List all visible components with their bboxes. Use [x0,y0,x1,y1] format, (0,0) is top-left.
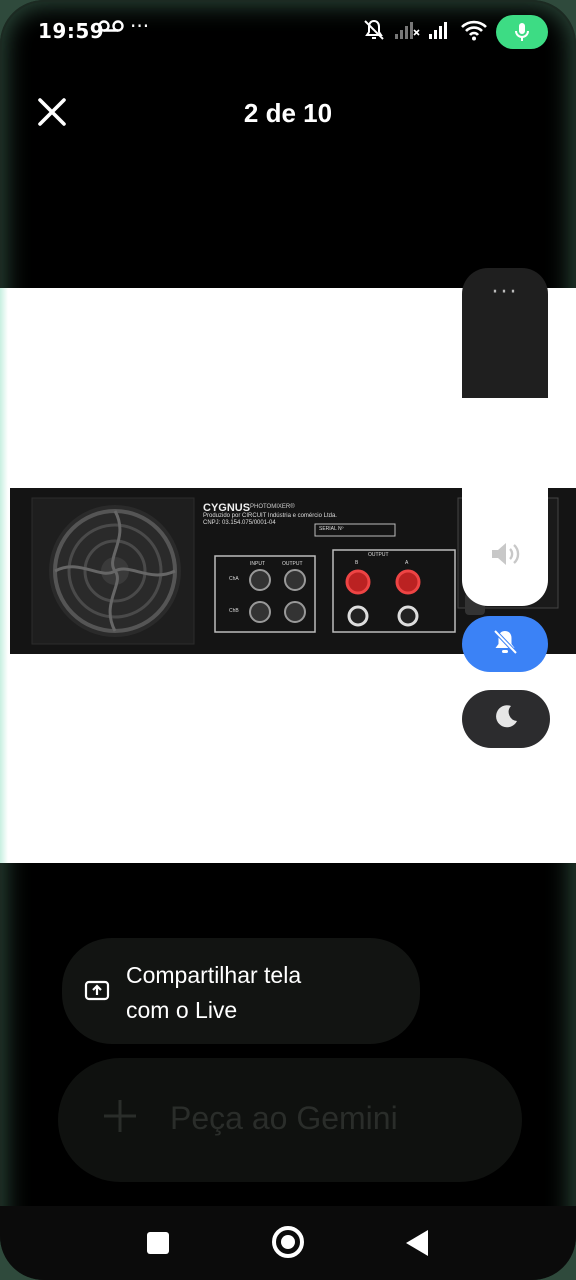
more-notifications-icon: ··· [130,14,150,38]
more-icon[interactable]: ··· [462,280,548,305]
amp-serial: SERIAL Nº [319,526,344,532]
notifications-off-icon [362,18,386,46]
signal-off-icon [394,20,420,44]
viewer-top-bar: 2 de 10 [0,70,576,156]
system-nav-bar [0,1206,576,1280]
amp-maker: Produzido por CIRCUIT Indústria e comérc… [203,513,337,519]
plus-icon[interactable] [100,1096,140,1140]
ring-mode-button[interactable] [462,616,548,672]
share-screen-live-button[interactable]: Compartilhar tela com o Live [62,938,420,1044]
status-bar: 19:59 ··· [0,0,576,64]
phone-screen: 19:59 ··· 2 de 10 CYGNUS PHOTOMIXER® Pro… [0,0,576,1280]
voicemail-icon [98,18,124,38]
image-counter: 2 de 10 [243,98,333,128]
gemini-prompt-input[interactable]: Peça ao Gemini [58,1058,522,1182]
amp-model: PHOTOMIXER® [250,504,295,510]
prompt-placeholder: Peça ao Gemini [170,1100,398,1136]
amp-chb-label: ChB [229,608,239,614]
speaker-icon[interactable] [489,540,521,572]
signal-icon [428,20,452,44]
triangle-back-icon[interactable] [406,1230,428,1256]
amp-output-label: OUTPUT [282,561,303,567]
amp-input-label: INPUT [250,561,265,567]
screen-share-icon [84,980,110,1006]
bell-off-icon [490,627,520,661]
status-time: 19:59 [38,19,105,43]
amp-a-label: A [405,560,409,566]
photo-edge [0,288,8,863]
amp-b-label: B [355,560,359,566]
amp-cha-label: ChA [229,576,239,582]
share-label-line2: com o Live [126,997,238,1023]
wifi-icon [460,19,488,45]
volume-slider-fill [462,398,548,606]
square-icon[interactable] [147,1232,169,1254]
amp-cnpj: CNPJ: 03.154.075/0001-04 [203,520,276,526]
mic-active-icon [496,15,548,49]
moon-icon [491,702,521,736]
circle-icon[interactable] [272,1226,304,1258]
do-not-disturb-button[interactable] [462,690,550,748]
share-label-line1: Compartilhar tela [126,962,302,988]
volume-slider[interactable]: ··· [462,268,548,606]
amp-speaker-output-label: OUTPUT [368,552,389,558]
